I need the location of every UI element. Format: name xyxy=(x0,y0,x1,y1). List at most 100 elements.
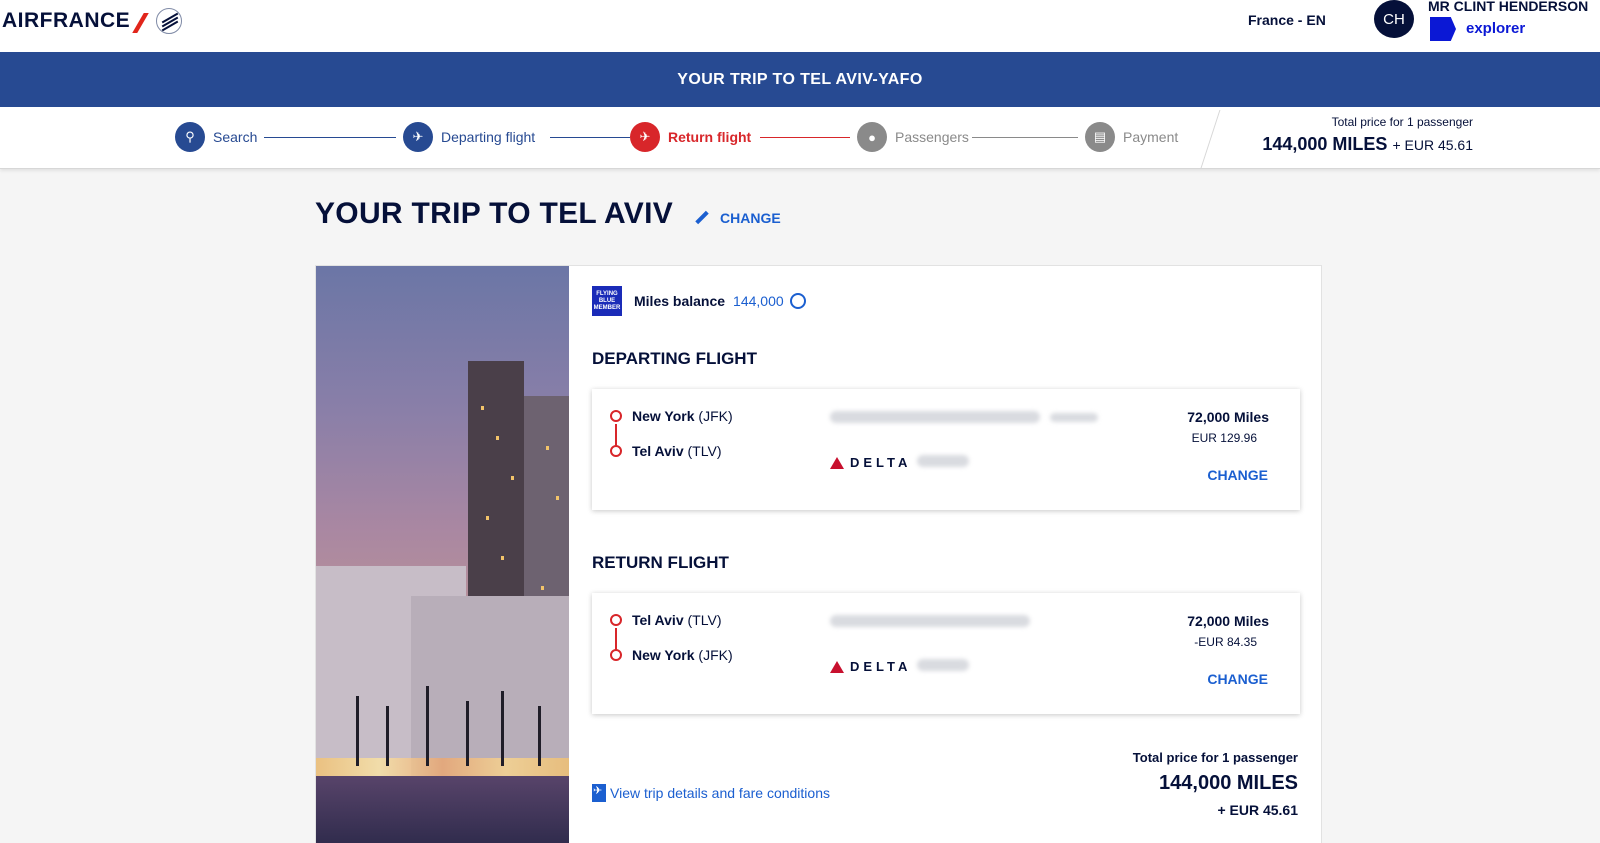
total-price-eur: + EUR 45.61 xyxy=(1217,802,1298,818)
destination-city-name: Tel Aviv xyxy=(632,443,684,459)
origin-city: Tel Aviv (TLV) xyxy=(632,612,721,628)
photo-window xyxy=(546,446,549,450)
photo-window xyxy=(556,496,559,500)
photo-palm xyxy=(356,696,359,766)
logo-slash-icon xyxy=(134,11,148,31)
redacted-flight-time xyxy=(830,615,1030,627)
step-payment: ▤ Payment xyxy=(1085,122,1178,152)
delta-widget-icon xyxy=(830,456,844,469)
departing-miles: 72,000 Miles xyxy=(1187,409,1269,425)
plane-landing-icon: ✈ xyxy=(630,122,660,152)
tier-badge-icon xyxy=(1430,17,1456,41)
airline-name: DELTA xyxy=(850,455,912,470)
locale-selector[interactable]: France - EN xyxy=(1248,12,1326,28)
departing-flight-card: New York (JFK) Tel Aviv (TLV) DELTA 72,0… xyxy=(592,389,1300,510)
pencil-icon xyxy=(694,211,708,225)
redacted-flight-number xyxy=(917,455,969,467)
view-trip-details-link[interactable]: View trip details and fare conditions xyxy=(592,784,830,802)
delta-logo: DELTA xyxy=(830,455,911,470)
plane-takeoff-icon: ✈ xyxy=(403,122,433,152)
return-eur: -EUR 84.35 xyxy=(1194,635,1257,649)
destination-city: Tel Aviv (TLV) xyxy=(632,443,721,459)
user-name[interactable]: MR CLINT HENDERSON xyxy=(1428,0,1588,14)
destination-city-code: (TLV) xyxy=(687,443,722,459)
step-label: Passengers xyxy=(895,129,969,145)
header-price-caption: Total price for 1 passenger xyxy=(1331,115,1473,129)
departing-change-button[interactable]: CHANGE xyxy=(1207,467,1268,483)
photo-window xyxy=(541,586,544,590)
return-flight-card: Tel Aviv (TLV) New York (JFK) DELTA 72,0… xyxy=(592,593,1300,714)
departing-eur: EUR 129.96 xyxy=(1191,431,1257,445)
top-header: AIRFRANCE France - EN CH MR CLINT HENDER… xyxy=(0,0,1600,52)
header-price-eur: + EUR 45.61 xyxy=(1392,137,1473,153)
change-trip-button[interactable]: CHANGE xyxy=(694,210,781,226)
ticket-icon xyxy=(592,784,606,802)
return-change-button[interactable]: CHANGE xyxy=(1207,671,1268,687)
redacted-flight-number xyxy=(917,659,969,671)
step-connector xyxy=(264,137,396,138)
origin-city: New York (JFK) xyxy=(632,408,733,424)
route-origin-dot xyxy=(610,410,622,422)
photo-palm xyxy=(386,706,389,766)
redacted-flight-time xyxy=(830,411,1040,423)
origin-city-name: New York xyxy=(632,408,695,424)
airfrance-logo[interactable]: AIRFRANCE xyxy=(2,8,183,34)
photo-palm xyxy=(501,691,504,766)
banner-title: YOUR TRIP TO TEL AVIV-YAFO xyxy=(677,70,923,88)
return-miles: 72,000 Miles xyxy=(1187,613,1269,629)
step-search[interactable]: ⚲ Search xyxy=(175,122,257,152)
airline-name: DELTA xyxy=(850,659,912,674)
origin-city-code: (TLV) xyxy=(687,612,722,628)
step-connector xyxy=(760,137,850,138)
photo-palm xyxy=(466,701,469,766)
trip-banner: YOUR TRIP TO TEL AVIV-YAFO xyxy=(0,52,1600,107)
total-price-miles: 144,000 MILES xyxy=(1159,772,1298,794)
step-label: Search xyxy=(213,129,258,145)
step-return-flight[interactable]: ✈ Return flight xyxy=(630,122,751,152)
route-destination-dot xyxy=(610,649,622,661)
tier-label[interactable]: explorer xyxy=(1466,20,1525,37)
flying-blue-badge: FLYING BLUE MEMBER xyxy=(592,286,622,316)
credit-card-icon: ▤ xyxy=(1085,122,1115,152)
total-price-caption: Total price for 1 passenger xyxy=(1132,750,1298,765)
destination-city-code: (JFK) xyxy=(698,647,733,663)
miles-coin-icon xyxy=(789,293,806,309)
trip-summary-card: FLYING BLUE MEMBER Miles balance 144,000… xyxy=(315,265,1322,843)
photo-water xyxy=(316,776,569,843)
photo-palm xyxy=(538,706,541,766)
change-trip-label: CHANGE xyxy=(720,210,781,226)
step-label: Return flight xyxy=(668,129,752,145)
route-origin-dot xyxy=(610,614,622,626)
delta-widget-icon xyxy=(830,660,844,673)
delta-logo: DELTA xyxy=(830,659,911,674)
logo-wordmark: AIRFRANCE xyxy=(2,9,131,32)
tel-aviv-photo xyxy=(316,266,569,843)
avatar[interactable]: CH xyxy=(1374,0,1414,38)
view-trip-details-label: View trip details and fare conditions xyxy=(610,785,830,801)
destination-city: New York (JFK) xyxy=(632,647,733,663)
photo-palm xyxy=(426,686,429,766)
step-departing-flight[interactable]: ✈ Departing flight xyxy=(403,122,535,152)
return-section-title: RETURN FLIGHT xyxy=(592,553,729,572)
header-price-miles: 144,000 MILES xyxy=(1262,134,1388,154)
photo-window xyxy=(486,516,489,520)
step-connector xyxy=(972,137,1078,138)
step-passengers: ● Passengers xyxy=(857,122,969,152)
search-icon: ⚲ xyxy=(175,122,205,152)
redacted-day-offset xyxy=(1050,413,1098,422)
page-title: YOUR TRIP TO TEL AVIV xyxy=(315,197,674,230)
step-connector xyxy=(550,137,630,138)
miles-balance-value[interactable]: 144,000 xyxy=(733,293,784,309)
photo-window xyxy=(511,476,514,480)
photo-window xyxy=(501,556,504,560)
miles-balance: FLYING BLUE MEMBER Miles balance 144,000 xyxy=(592,286,806,316)
photo-window xyxy=(496,436,499,440)
origin-city-code: (JFK) xyxy=(698,408,733,424)
miles-balance-label: Miles balance xyxy=(634,293,726,309)
photo-window xyxy=(481,406,484,410)
header-price: 144,000 MILES + EUR 45.61 xyxy=(1262,134,1473,155)
skyteam-icon xyxy=(156,8,183,34)
passengers-icon: ● xyxy=(857,122,887,152)
destination-city-name: New York xyxy=(632,647,695,663)
step-label: Departing flight xyxy=(441,129,536,145)
